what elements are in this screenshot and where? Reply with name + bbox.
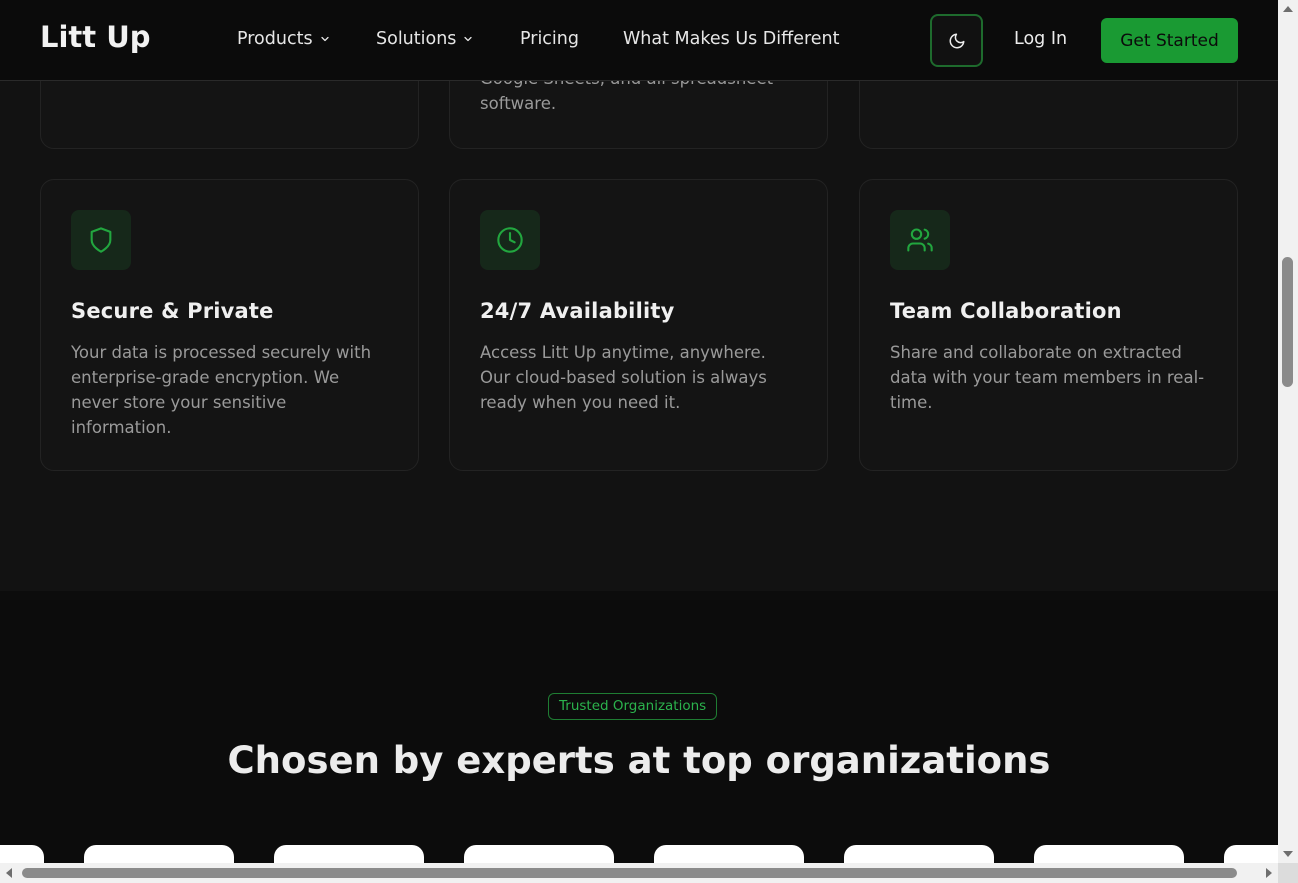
nav-products[interactable]: Products [237, 29, 331, 49]
horizontal-scrollbar[interactable] [0, 863, 1278, 883]
feature-title: Team Collaboration [890, 299, 1122, 323]
feature-title: Secure & Private [71, 299, 274, 323]
vertical-scroll-thumb[interactable] [1282, 257, 1293, 387]
vertical-scrollbar[interactable] [1278, 0, 1298, 863]
trusted-badge: Trusted Organizations [548, 693, 718, 720]
chevron-down-icon [320, 36, 329, 42]
scroll-down-arrow-icon[interactable] [1283, 851, 1293, 857]
org-logo-card [0, 845, 44, 863]
nav-label: Pricing [520, 29, 579, 49]
trusted-organizations-section: Trusted Organizations Chosen by experts … [0, 591, 1278, 863]
org-logo-card [654, 845, 804, 863]
nav-label: Products [237, 29, 313, 49]
org-logo-card [464, 845, 614, 863]
page-viewport: Google Sheets, and all spreadsheet softw… [0, 0, 1278, 863]
nav-label: Solutions [376, 29, 457, 49]
scroll-up-arrow-icon[interactable] [1283, 6, 1293, 12]
theme-toggle-button[interactable] [930, 14, 983, 67]
feature-card-secure: Secure & Private Your data is processed … [40, 179, 419, 471]
clock-icon [480, 210, 540, 270]
org-logo-card [1224, 845, 1278, 863]
feature-card-availability: 24/7 Availability Access Litt Up anytime… [449, 179, 828, 471]
features-section: Google Sheets, and all spreadsheet softw… [0, 0, 1278, 591]
org-logo-card [84, 845, 234, 863]
org-logo-card [1034, 845, 1184, 863]
feature-description: Share and collaborate on extracted data … [890, 343, 1205, 412]
scroll-left-arrow-icon[interactable] [6, 868, 12, 878]
scroll-right-arrow-icon[interactable] [1266, 868, 1272, 878]
nav-pricing[interactable]: Pricing [520, 29, 579, 49]
feature-card-collaboration: Team Collaboration Share and collaborate… [859, 179, 1238, 471]
get-started-button[interactable]: Get Started [1101, 18, 1238, 63]
nav-what-makes-us-different[interactable]: What Makes Us Different [623, 29, 840, 49]
feature-description: Your data is processed securely with ent… [71, 343, 372, 437]
feature-description: Access Litt Up anytime, anywhere. Our cl… [480, 343, 767, 412]
users-icon [890, 210, 950, 270]
brand-logo[interactable]: Litt Up [40, 20, 151, 54]
moon-icon [949, 33, 964, 48]
shield-icon [71, 210, 131, 270]
org-logo-card [844, 845, 994, 863]
nav-solutions[interactable]: Solutions [376, 29, 474, 49]
chevron-down-icon [464, 36, 473, 42]
feature-title: 24/7 Availability [480, 299, 675, 323]
nav-label: What Makes Us Different [623, 29, 840, 49]
scrollbar-corner [1278, 863, 1298, 883]
org-logo-card [274, 845, 424, 863]
login-link[interactable]: Log In [1014, 29, 1067, 49]
site-header: Litt Up Products Solutions Pricing What … [0, 0, 1278, 81]
horizontal-scroll-thumb[interactable] [22, 868, 1237, 878]
trusted-heading: Chosen by experts at top organizations [227, 739, 1051, 782]
